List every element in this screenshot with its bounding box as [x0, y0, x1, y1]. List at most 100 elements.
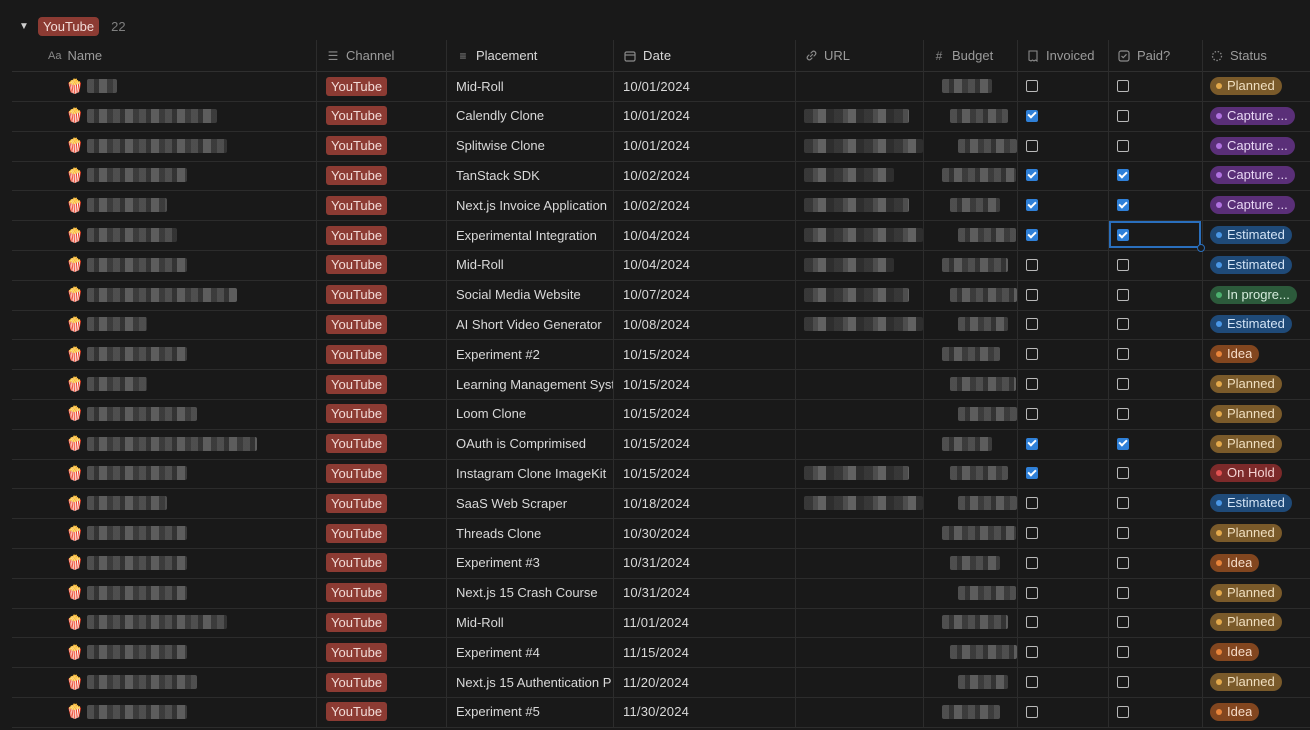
paid-checkbox[interactable]	[1117, 378, 1129, 390]
status-cell[interactable]: Idea	[1202, 339, 1310, 370]
channel-cell[interactable]: YouTube	[316, 160, 446, 191]
paid-cell[interactable]	[1108, 637, 1202, 668]
date-cell[interactable]: 10/15/2024	[613, 458, 795, 489]
status-cell[interactable]: Capture ...	[1202, 130, 1310, 161]
invoiced-checkbox[interactable]	[1026, 437, 1038, 450]
date-cell[interactable]: 10/07/2024	[613, 279, 795, 310]
paid-checkbox[interactable]	[1117, 199, 1129, 212]
channel-cell[interactable]: YouTube	[316, 190, 446, 221]
invoiced-checkbox[interactable]	[1026, 318, 1038, 331]
name-cell[interactable]: 🍿	[12, 607, 316, 637]
url-cell[interactable]	[795, 71, 923, 101]
status-cell[interactable]: Estimated	[1202, 249, 1310, 280]
paid-cell[interactable]	[1108, 71, 1202, 101]
invoiced-cell[interactable]	[1017, 696, 1108, 727]
column-header-budget[interactable]: # Budget	[923, 40, 1017, 71]
paid-checkbox[interactable]	[1117, 467, 1129, 480]
name-cell[interactable]: 🍿	[12, 667, 316, 697]
url-cell[interactable]	[795, 398, 923, 429]
channel-cell[interactable]: YouTube	[316, 488, 446, 519]
paid-cell[interactable]	[1108, 428, 1202, 459]
paid-checkbox[interactable]	[1117, 646, 1129, 659]
status-cell[interactable]: Estimated	[1202, 488, 1310, 519]
channel-cell[interactable]: YouTube	[316, 577, 446, 608]
table-row[interactable]: 🍿 YouTube AI Short Video Generator 10/08/20…	[12, 309, 1310, 341]
date-cell[interactable]: 10/01/2024	[613, 130, 795, 161]
url-cell[interactable]	[795, 249, 923, 280]
table-row[interactable]: 🍿 YouTube Experiment #3 10/31/2024 Idea	[12, 547, 1310, 579]
date-cell[interactable]: 10/04/2024	[613, 220, 795, 250]
channel-cell[interactable]: YouTube	[316, 607, 446, 638]
name-cell[interactable]: 🍿	[12, 220, 316, 250]
status-cell[interactable]: On Hold	[1202, 458, 1310, 489]
budget-cell[interactable]	[923, 398, 1017, 429]
name-cell[interactable]: 🍿	[12, 101, 316, 131]
status-cell[interactable]: Idea	[1202, 547, 1310, 578]
placement-cell[interactable]: AI Short Video Generator	[446, 309, 613, 340]
placement-cell[interactable]: Experiment #2	[446, 339, 613, 370]
status-cell[interactable]: Capture ...	[1202, 160, 1310, 191]
budget-cell[interactable]	[923, 637, 1017, 668]
url-cell[interactable]	[795, 607, 923, 638]
paid-checkbox[interactable]	[1117, 586, 1129, 599]
budget-cell[interactable]	[923, 279, 1017, 310]
date-cell[interactable]: 10/31/2024	[613, 547, 795, 578]
name-cell[interactable]: 🍿	[12, 548, 316, 578]
paid-checkbox[interactable]	[1117, 407, 1129, 420]
invoiced-checkbox[interactable]	[1026, 109, 1038, 122]
paid-checkbox[interactable]	[1117, 288, 1129, 301]
channel-cell[interactable]: YouTube	[316, 547, 446, 578]
budget-cell[interactable]	[923, 369, 1017, 399]
url-cell[interactable]	[795, 160, 923, 191]
table-row[interactable]: 🍿 YouTube Mid-Roll 10/04/2024 Estimated	[12, 249, 1310, 281]
paid-checkbox[interactable]	[1117, 348, 1129, 361]
invoiced-cell[interactable]	[1017, 488, 1108, 519]
placement-cell[interactable]: Mid-Roll	[446, 607, 613, 638]
paid-cell[interactable]	[1108, 190, 1202, 221]
channel-cell[interactable]: YouTube	[316, 249, 446, 280]
column-header-status[interactable]: Status	[1202, 40, 1310, 71]
paid-cell[interactable]	[1108, 220, 1202, 250]
paid-checkbox[interactable]	[1117, 80, 1129, 92]
table-row[interactable]: 🍿 YouTube TanStack SDK 10/02/2024 Capture ..…	[12, 160, 1310, 192]
column-header-url[interactable]: URL	[795, 40, 923, 71]
table-row[interactable]: 🍿 YouTube Threads Clone 10/30/2024 Planned	[12, 518, 1310, 549]
budget-cell[interactable]	[923, 100, 1017, 131]
table-row[interactable]: 🍿 YouTube Calendly Clone 10/01/2024 Capture …	[12, 100, 1310, 132]
placement-cell[interactable]: Next.js 15 Authentication P	[446, 667, 613, 697]
status-cell[interactable]: Idea	[1202, 696, 1310, 727]
invoiced-checkbox[interactable]	[1026, 139, 1038, 152]
status-cell[interactable]: Planned	[1202, 607, 1310, 638]
url-cell[interactable]	[795, 309, 923, 340]
channel-cell[interactable]: YouTube	[316, 279, 446, 310]
paid-cell[interactable]	[1108, 249, 1202, 280]
table-row[interactable]: 🍿 YouTube Learning Management Syst 10/15/20…	[12, 369, 1310, 400]
url-cell[interactable]	[795, 547, 923, 578]
invoiced-checkbox[interactable]	[1026, 527, 1038, 539]
status-cell[interactable]: Planned	[1202, 369, 1310, 399]
budget-cell[interactable]	[923, 667, 1017, 697]
url-cell[interactable]	[795, 220, 923, 250]
url-cell[interactable]	[795, 369, 923, 399]
column-header-invoiced[interactable]: Invoiced	[1017, 40, 1108, 71]
channel-cell[interactable]: YouTube	[316, 637, 446, 668]
paid-checkbox[interactable]	[1117, 676, 1129, 688]
invoiced-cell[interactable]	[1017, 577, 1108, 608]
invoiced-checkbox[interactable]	[1026, 378, 1038, 390]
placement-cell[interactable]: Next.js 15 Crash Course	[446, 577, 613, 608]
date-cell[interactable]: 10/01/2024	[613, 100, 795, 131]
name-cell[interactable]: 🍿	[12, 250, 316, 280]
paid-cell[interactable]	[1108, 339, 1202, 370]
column-header-paid[interactable]: Paid?	[1108, 40, 1202, 71]
date-cell[interactable]: 10/30/2024	[613, 518, 795, 548]
budget-cell[interactable]	[923, 577, 1017, 608]
invoiced-cell[interactable]	[1017, 249, 1108, 280]
invoiced-checkbox[interactable]	[1026, 646, 1038, 659]
paid-cell[interactable]	[1108, 160, 1202, 191]
date-cell[interactable]: 10/31/2024	[613, 577, 795, 608]
paid-checkbox[interactable]	[1117, 258, 1129, 271]
invoiced-checkbox[interactable]	[1026, 616, 1038, 629]
budget-cell[interactable]	[923, 607, 1017, 638]
budget-cell[interactable]	[923, 190, 1017, 221]
url-cell[interactable]	[795, 428, 923, 459]
